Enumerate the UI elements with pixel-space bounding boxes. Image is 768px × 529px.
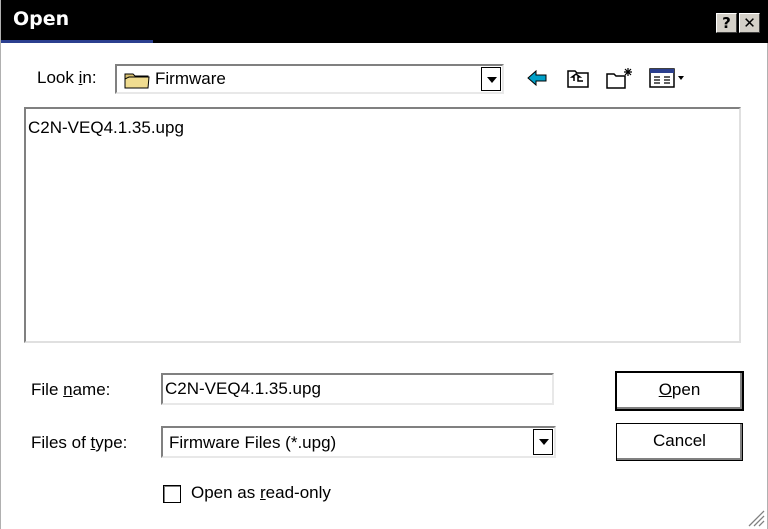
look-in-value: Firmware — [155, 69, 226, 88]
help-button[interactable]: ? — [716, 13, 737, 33]
file-name-label: File name: — [31, 380, 111, 399]
title-bar-accent — [1, 40, 153, 43]
read-only-label[interactable]: Open as read-only — [191, 483, 331, 503]
file-type-dropdown[interactable]: Firmware Files (*.upg) — [161, 426, 556, 458]
resize-grip-icon[interactable] — [745, 507, 765, 527]
file-list[interactable]: C2N-VEQ4.1.35.upg — [24, 107, 741, 343]
view-menu-icon[interactable] — [649, 66, 689, 90]
look-in-label: Look in: — [37, 68, 97, 87]
title-bar[interactable]: Open ? ✕ — [1, 0, 768, 43]
read-only-checkbox[interactable] — [163, 485, 181, 503]
window-title: Open — [13, 8, 70, 30]
back-arrow-icon[interactable] — [525, 66, 549, 90]
file-type-label: Files of type: — [31, 433, 128, 452]
file-list-item[interactable]: C2N-VEQ4.1.35.upg — [26, 118, 186, 138]
up-one-level-icon[interactable] — [566, 66, 590, 90]
close-button[interactable]: ✕ — [739, 13, 760, 33]
file-name-input[interactable]: C2N-VEQ4.1.35.upg — [161, 373, 554, 405]
chevron-down-icon[interactable] — [533, 429, 553, 455]
cancel-button[interactable]: Cancel — [616, 423, 743, 461]
open-dialog: Open ? ✕ Look in: Firmware C2N-VEQ4.1.35… — [0, 0, 768, 529]
chevron-down-icon[interactable] — [481, 67, 501, 91]
look-in-dropdown[interactable]: Firmware — [115, 64, 504, 94]
folder-icon — [124, 73, 150, 89]
open-button[interactable]: Open — [615, 371, 744, 411]
file-type-value: Firmware Files (*.upg) — [169, 433, 337, 452]
new-folder-icon[interactable] — [605, 66, 635, 90]
